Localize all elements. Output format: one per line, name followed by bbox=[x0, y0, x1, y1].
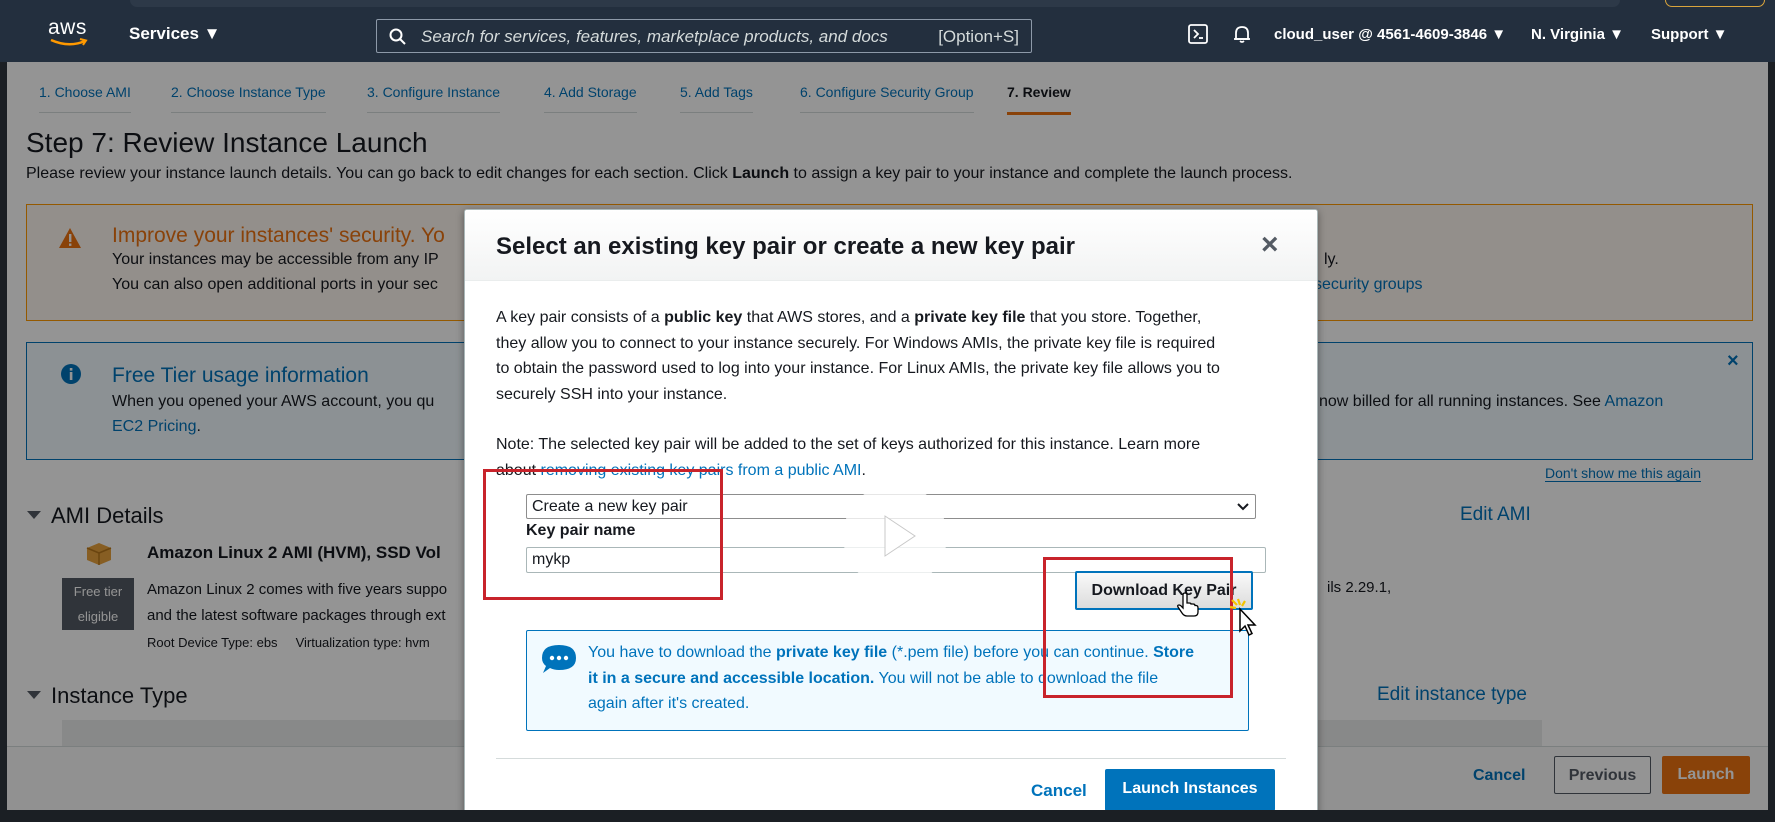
launch-wizard-page: 1. Choose AMI 2. Choose Instance Type 3.… bbox=[7, 62, 1768, 810]
close-icon[interactable]: × bbox=[1261, 230, 1279, 260]
dialog-cancel-button[interactable]: Cancel bbox=[1031, 781, 1087, 801]
frame-edge-bottom bbox=[0, 810, 1775, 822]
frame-edge-right bbox=[1768, 62, 1775, 822]
launch-instances-button[interactable]: Launch Instances bbox=[1105, 769, 1275, 810]
play-icon bbox=[884, 515, 916, 557]
services-menu[interactable]: Services ▼ bbox=[129, 24, 221, 44]
video-play-button[interactable] bbox=[843, 484, 947, 588]
support-menu[interactable]: Support ▼ bbox=[1651, 26, 1728, 43]
hand-cursor-icon bbox=[1177, 592, 1199, 617]
search-shortcut: [Option+S] bbox=[938, 27, 1019, 46]
click-burst-cursor-icon bbox=[1229, 598, 1257, 637]
cloudshell-icon[interactable] bbox=[1188, 24, 1208, 44]
aws-logo[interactable]: aws bbox=[48, 17, 88, 52]
search-input[interactable]: Search for services, features, marketpla… bbox=[376, 19, 1032, 53]
chat-bubble-icon bbox=[542, 645, 576, 673]
annotation-highlight-download bbox=[1043, 557, 1233, 698]
region-menu[interactable]: N. Virginia ▼ bbox=[1531, 26, 1624, 43]
bell-icon[interactable] bbox=[1232, 24, 1252, 44]
annotation-highlight-keypair bbox=[483, 469, 723, 600]
chevron-down-icon bbox=[1237, 503, 1249, 511]
key-pair-explanation: A key pair consists of a public key that… bbox=[496, 309, 1220, 403]
account-menu[interactable]: cloud_user @ 4561-4609-3846 ▼ bbox=[1274, 26, 1506, 43]
dialog-header: Select an existing key pair or create a … bbox=[465, 210, 1317, 281]
browser-button-fragment bbox=[1665, 0, 1765, 7]
dialog-footer-divider bbox=[496, 758, 1286, 759]
browser-bar-fragment bbox=[130, 0, 1620, 7]
top-navigation-bar: aws Services ▼ Search for services, feat… bbox=[0, 0, 1775, 62]
dialog-title: Select an existing key pair or create a … bbox=[496, 233, 1075, 260]
search-placeholder: Search for services, features, marketpla… bbox=[421, 27, 888, 46]
search-icon bbox=[389, 28, 406, 45]
frame-edge-left bbox=[0, 62, 7, 822]
smile-arrow-icon bbox=[50, 38, 88, 46]
